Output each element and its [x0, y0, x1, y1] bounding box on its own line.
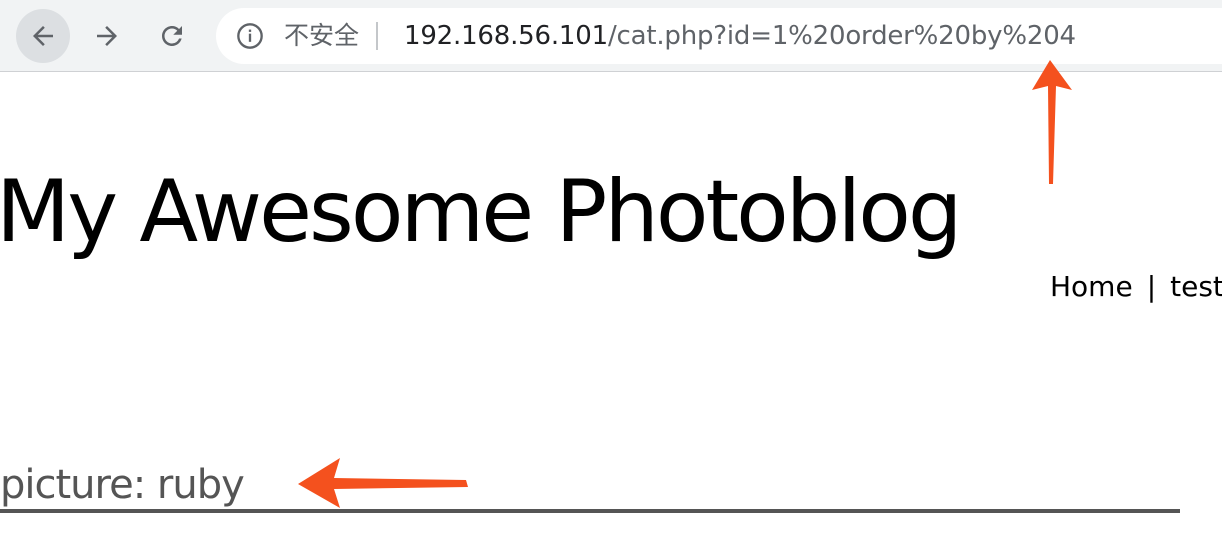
arrow-right-icon [97, 26, 117, 46]
url-text[interactable]: 192.168.56.101/cat.php?id=1%20order%20by… [404, 19, 1076, 53]
url-host: 192.168.56.101 [404, 21, 608, 51]
nav-link-home[interactable]: Home [1050, 270, 1133, 303]
heading-underline [0, 509, 1180, 513]
reload-button[interactable] [145, 9, 199, 63]
picture-heading: picture: ruby [0, 462, 245, 508]
nav-separator: | [1146, 270, 1157, 303]
nav-link-test[interactable]: test [1170, 270, 1222, 303]
url-path: /cat.php?id=1%20order%20by%204 [607, 21, 1076, 51]
forward-button[interactable] [80, 9, 134, 63]
site-nav: Home | test [1050, 268, 1222, 306]
annotation-arrow-left [298, 458, 468, 508]
reload-icon [162, 26, 182, 46]
annotation-arrow-up [1032, 60, 1072, 184]
security-status-label[interactable]: 不安全 [284, 20, 359, 52]
arrow-left-icon [33, 26, 53, 46]
address-bar-divider [376, 22, 378, 50]
back-button[interactable] [16, 9, 70, 63]
info-icon[interactable] [236, 22, 264, 50]
site-title: My Awesome Photoblog [0, 162, 962, 262]
